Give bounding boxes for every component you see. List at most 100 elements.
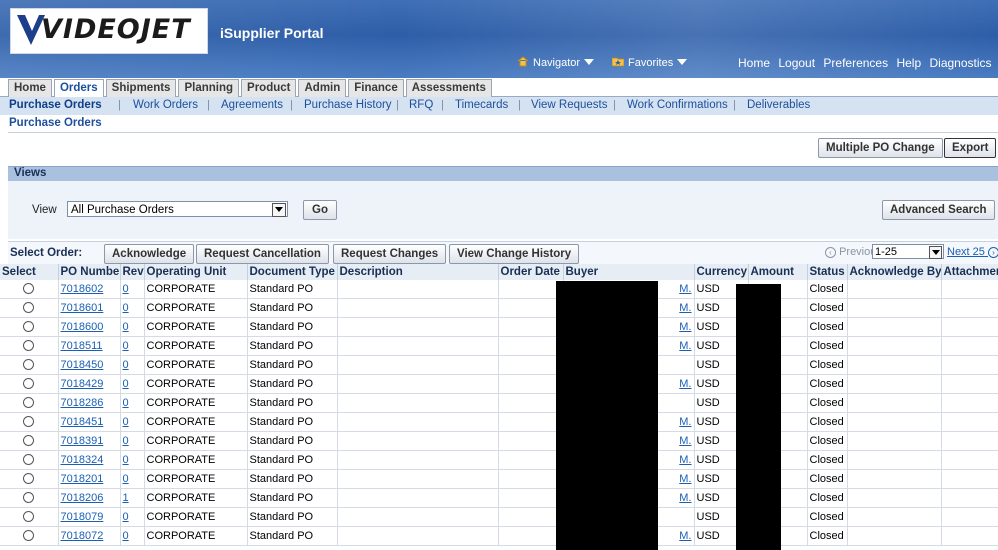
export-button[interactable]: Export — [944, 138, 997, 158]
buyer-link-end[interactable]: M. — [679, 416, 691, 428]
buyer-link-end[interactable]: M. — [679, 302, 691, 314]
revision-link[interactable]: 0 — [123, 435, 129, 447]
buyer-link-end[interactable]: M. — [679, 321, 691, 333]
row-select-radio[interactable] — [23, 282, 35, 294]
buyer-link-end[interactable]: M. — [679, 492, 691, 504]
row-select-radio[interactable] — [23, 510, 35, 522]
subnav-rfq[interactable]: RFQ — [409, 99, 433, 111]
subnav-agreements[interactable]: Agreements — [221, 99, 283, 111]
buyer-link-end[interactable]: M. — [679, 283, 691, 295]
revision-link[interactable]: 0 — [123, 530, 129, 542]
tab-product[interactable]: Product — [241, 79, 297, 97]
po-number-link[interactable]: 7018201 — [61, 473, 104, 485]
row-select-radio[interactable] — [23, 434, 35, 446]
subnav-purchase-history[interactable]: Purchase History — [304, 99, 392, 111]
revision-link[interactable]: 0 — [123, 511, 129, 523]
subnav-work-confirmations[interactable]: Work Confirmations — [627, 99, 728, 111]
revision-link[interactable]: 0 — [123, 397, 129, 409]
diagnostics-link[interactable]: Diagnostics — [929, 56, 991, 70]
row-select-radio[interactable] — [23, 320, 35, 332]
subnav-timecards[interactable]: Timecards — [455, 99, 508, 111]
view-select[interactable]: All Purchase Orders — [67, 201, 288, 217]
preferences-link[interactable]: Preferences — [823, 56, 888, 70]
buyer-link-end[interactable]: M. — [679, 530, 691, 542]
chevron-down-icon[interactable] — [929, 246, 942, 259]
tab-shipments[interactable]: Shipments — [105, 79, 177, 97]
po-number-cell: 7018600 — [58, 317, 121, 337]
po-number-link[interactable]: 7018451 — [61, 416, 104, 428]
tab-orders[interactable]: Orders — [53, 79, 104, 97]
revision-link[interactable]: 0 — [123, 302, 129, 314]
row-select-radio[interactable] — [23, 377, 35, 389]
po-number-link[interactable]: 7018391 — [61, 435, 104, 447]
help-link[interactable]: Help — [896, 56, 921, 70]
buyer-link-end[interactable]: M. — [679, 473, 691, 485]
buyer-link-end[interactable]: M. — [679, 340, 691, 352]
po-number-link[interactable]: 7018601 — [61, 302, 104, 314]
row-select-radio[interactable] — [23, 529, 35, 541]
tab-planning[interactable]: Planning — [178, 79, 240, 97]
tab-home[interactable]: Home — [8, 79, 52, 97]
row-select-radio[interactable] — [23, 396, 35, 408]
po-number-link[interactable]: 7018324 — [61, 454, 104, 466]
revision-link[interactable]: 0 — [123, 378, 129, 390]
description-cell — [337, 374, 499, 394]
buyer-link-end[interactable]: M. — [679, 454, 691, 466]
row-select-radio[interactable] — [23, 339, 35, 351]
row-select-radio[interactable] — [23, 472, 35, 484]
next-page[interactable]: Next 25 › — [947, 246, 998, 258]
request-cancellation-button[interactable]: Request Cancellation — [196, 244, 329, 264]
tab-assessments[interactable]: Assessments — [405, 79, 492, 97]
select-cell — [0, 298, 59, 318]
revision-link[interactable]: 0 — [123, 321, 129, 333]
buyer-link-end[interactable]: M. — [679, 435, 691, 447]
revision-cell: 0 — [120, 374, 145, 394]
subnav-purchase-orders[interactable]: Purchase Orders — [9, 99, 102, 111]
row-select-radio[interactable] — [23, 415, 35, 427]
po-number-link[interactable]: 7018450 — [61, 359, 104, 371]
subnav-deliverables[interactable]: Deliverables — [747, 99, 810, 111]
tab-admin[interactable]: Admin — [298, 79, 347, 97]
po-number-link[interactable]: 7018206 — [61, 492, 104, 504]
revision-link[interactable]: 0 — [123, 454, 129, 466]
request-changes-button[interactable]: Request Changes — [333, 244, 447, 264]
row-select-radio[interactable] — [23, 491, 35, 503]
row-select-radio[interactable] — [23, 301, 35, 313]
navigator-menu[interactable]: Navigator — [517, 56, 595, 69]
order-date-cell — [498, 526, 564, 546]
advanced-search-button[interactable]: Advanced Search — [882, 200, 995, 220]
row-select-radio[interactable] — [23, 453, 35, 465]
revision-cell: 0 — [120, 526, 145, 546]
po-number-link[interactable]: 7018429 — [61, 378, 104, 390]
home-link[interactable]: Home — [738, 56, 770, 70]
revision-link[interactable]: 0 — [123, 340, 129, 352]
po-number-link[interactable]: 7018602 — [61, 283, 104, 295]
logout-link[interactable]: Logout — [778, 56, 815, 70]
column-header[interactable]: Order Date — [498, 264, 564, 280]
row-select-radio[interactable] — [23, 358, 35, 370]
go-button[interactable]: Go — [303, 200, 337, 220]
po-number-link[interactable]: 7018600 — [61, 321, 104, 333]
po-number-link[interactable]: 7018079 — [61, 511, 104, 523]
tab-finance[interactable]: Finance — [348, 79, 404, 97]
multiple-po-change-button[interactable]: Multiple PO Change — [818, 138, 943, 158]
revision-link[interactable]: 0 — [123, 283, 129, 295]
column-header[interactable]: PO Number — [58, 264, 121, 280]
buyer-link-end[interactable]: M. — [679, 378, 691, 390]
view-change-history-button[interactable]: View Change History — [449, 244, 580, 264]
po-number-link[interactable]: 7018511 — [61, 340, 103, 352]
favorites-menu[interactable]: Favorites — [612, 56, 688, 69]
subnav-view-requests[interactable]: View Requests — [531, 99, 608, 111]
revision-link[interactable]: 1 — [123, 492, 129, 504]
revision-link[interactable]: 0 — [123, 416, 129, 428]
acknowledge-button[interactable]: Acknowledge — [104, 244, 195, 264]
revision-link[interactable]: 0 — [123, 473, 129, 485]
po-number-link[interactable]: 7018072 — [61, 530, 104, 542]
chevron-down-icon[interactable] — [272, 203, 286, 217]
page-range-select[interactable]: 1-25 — [872, 244, 944, 259]
subnav-work-orders[interactable]: Work Orders — [133, 99, 198, 111]
select-cell — [0, 355, 59, 375]
acknowledge-by-cell — [847, 526, 942, 546]
revision-link[interactable]: 0 — [123, 359, 129, 371]
po-number-link[interactable]: 7018286 — [61, 397, 104, 409]
